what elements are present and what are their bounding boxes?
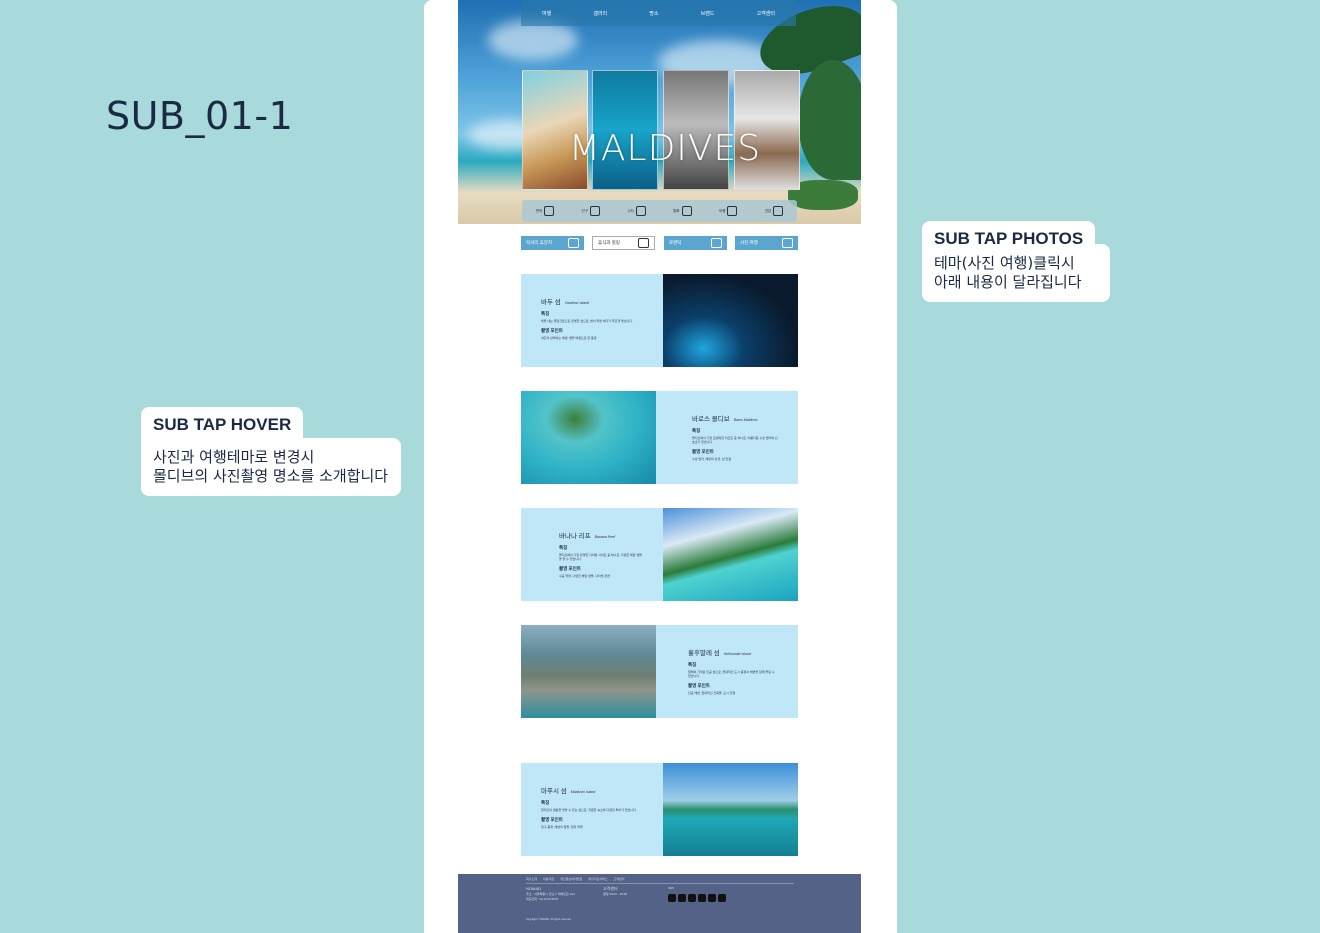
calendar-icon <box>589 206 600 216</box>
plane-icon <box>727 206 738 216</box>
spot-photo <box>663 508 798 601</box>
footer-link[interactable]: 고객센터 <box>614 877 625 881</box>
footer-link[interactable]: 이용약관 <box>543 877 554 881</box>
x-icon[interactable] <box>688 894 696 902</box>
plug-icon <box>773 206 784 216</box>
hero-title: MALDIVES <box>568 128 762 169</box>
youtube-icon[interactable] <box>718 894 726 902</box>
photos-description: 테마(사진 여행)클릭시 아래 내용이 달라집니다 <box>922 244 1110 302</box>
beach-umbrella-icon <box>568 238 579 248</box>
heart-icon <box>711 238 722 248</box>
site-footer: 회사소개 이용약관 개인정보처리방침 위치기반서비스 고객센터 NOMAD 주소… <box>458 874 861 933</box>
chat-icon[interactable] <box>668 894 676 902</box>
camera-icon <box>782 238 793 248</box>
page-mockup: 여행 갤러리 명소 브랜드 고객센터 MALDIVES 면적 인구 시차 통화 … <box>458 0 861 933</box>
hover-description: 사진과 여행테마로 변경시 몰디브의 사진촬영 명소를 소개합니다 <box>141 438 401 496</box>
footer-divider <box>526 883 794 884</box>
talk-icon[interactable] <box>678 894 686 902</box>
hero-banner: 여행 갤러리 명소 브랜드 고객센터 MALDIVES 면적 인구 시차 통화 … <box>458 0 861 224</box>
chat-icon <box>635 206 646 216</box>
nav-item[interactable]: 고객센터 <box>757 10 775 17</box>
info-item: 통화 <box>673 206 692 216</box>
spot-photo <box>663 763 798 856</box>
footer-cs: 고객센터 평일 09:00 - 18:00 <box>603 886 628 896</box>
spot-photo <box>521 391 656 484</box>
nav-item[interactable]: 브랜드 <box>701 10 715 17</box>
copyright: Copyright © NOMAD. All rights reserved. <box>526 918 572 921</box>
tab-photo-trip[interactable]: 사진 여행 <box>735 236 798 250</box>
spot-card[interactable]: 바로스 몰디브 Baros Maldives 특징 몰디브에서 가장 로맨틱한 리… <box>521 391 798 484</box>
nav-item[interactable]: 갤러리 <box>593 10 607 17</box>
spot-card[interactable]: 훌후말레 섬 Hulhumale Island 특징 말레와 가까운 인공 섬으로… <box>521 625 798 718</box>
footer-sns-title: SNS <box>668 886 675 890</box>
spot-photo <box>521 625 656 718</box>
info-item: 면적 <box>536 206 555 216</box>
info-item: 시차 <box>627 206 646 216</box>
instagram-icon[interactable] <box>708 894 716 902</box>
footer-links: 회사소개 이용약관 개인정보처리방침 위치기반서비스 고객센터 <box>526 877 625 881</box>
footer-link[interactable]: 개인정보처리방침 <box>560 877 582 881</box>
spot-card[interactable]: 바나나 리프 Banana Reef 특징 몰디브에서 가장 유명한 다이빙 사이… <box>521 508 798 601</box>
footer-link[interactable]: 회사소개 <box>526 877 537 881</box>
social-links <box>668 894 726 902</box>
info-item: 전압 <box>765 206 784 216</box>
tab-luxury[interactable]: 럭셔리 휴양지 <box>521 236 584 250</box>
spot-card[interactable]: 마푸시 섬 Maafushi Island 특징 현지인의 생활을 엿볼 수 있는… <box>521 763 798 856</box>
info-item: 인구 <box>582 206 600 216</box>
spot-photo <box>663 274 798 367</box>
spot-card[interactable]: 바두 섬 Vaadhoo Island 특징 빛을 내는 플랑크톤으로 유명한 섬… <box>521 274 798 367</box>
sun-icon <box>638 238 649 248</box>
theme-tabs: 럭셔리 휴양지 휴식과 힐링 로맨틱 사진 여행 <box>521 236 798 250</box>
screen-title: SUB_01-1 <box>106 94 294 138</box>
nav-item[interactable]: 여행 <box>542 10 551 17</box>
top-nav: 여행 갤러리 명소 브랜드 고객센터 <box>521 0 796 26</box>
footer-company: NOMAD 주소 : 서울특별시 강남구 테헤란로 123 대표전화 : 02-… <box>526 886 575 901</box>
nav-item[interactable]: 명소 <box>649 10 658 17</box>
tab-healing[interactable]: 휴식과 힐링 <box>592 236 655 250</box>
footer-link[interactable]: 위치기반서비스 <box>588 877 607 881</box>
country-info-bar: 면적 인구 시차 통화 비행 전압 <box>522 200 797 222</box>
document-icon <box>544 206 555 216</box>
wallet-icon <box>681 206 692 216</box>
facebook-icon[interactable] <box>698 894 706 902</box>
info-item: 비행 <box>719 206 738 216</box>
tab-romantic[interactable]: 로맨틱 <box>664 236 727 250</box>
